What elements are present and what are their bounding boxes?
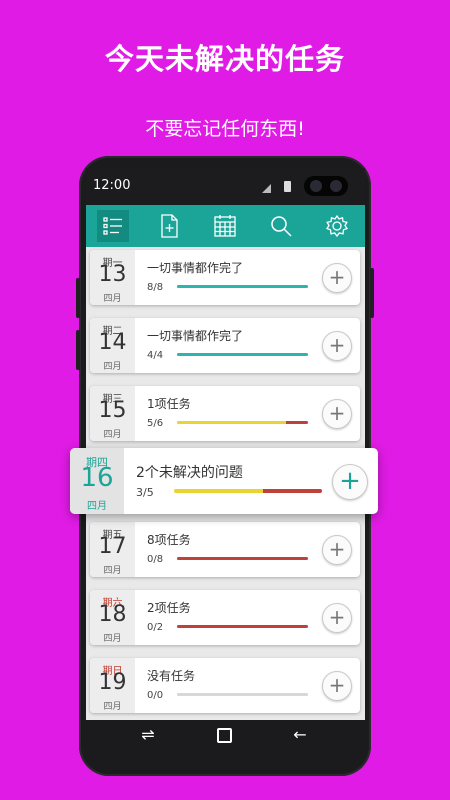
progress-bar [177, 557, 308, 560]
progress-bar [177, 353, 308, 356]
day-number: 13 [98, 262, 127, 287]
status-time: 12:00 [93, 178, 131, 193]
status-bar: 12:00 [86, 168, 365, 205]
recent-apps-icon[interactable]: ⇌ [138, 725, 158, 745]
task-count: 5/6 [147, 418, 164, 429]
month-label: 四月 [103, 702, 122, 712]
phone-side-button [370, 268, 374, 318]
task-count: 0/2 [147, 622, 164, 633]
subheadline: 不要忘记任何东西! [145, 118, 305, 140]
progress-bar [177, 421, 308, 424]
day-card[interactable]: 期一 13 四月 一切事情都作完了 8/8 + [90, 250, 360, 305]
month-label: 四月 [103, 566, 122, 576]
day-number: 19 [98, 670, 127, 695]
task-count: 0/0 [147, 690, 164, 701]
progress-fill [174, 489, 263, 493]
month-label: 四月 [103, 294, 122, 304]
date-column: 期一 13 四月 [90, 250, 135, 305]
add-task-button[interactable]: + [322, 671, 352, 701]
day-number: 14 [98, 330, 127, 355]
date-column: 期三 15 四月 [90, 386, 135, 441]
date-column: 期二 14 四月 [90, 318, 135, 373]
headline: 今天未解决的任务 [104, 42, 345, 76]
progress-bar [177, 285, 308, 288]
day-summary: 1项任务 [147, 397, 191, 411]
progress-bar [177, 693, 308, 696]
day-number: 16 [80, 463, 114, 493]
day-number: 17 [98, 534, 127, 559]
add-task-button[interactable]: + [332, 464, 368, 500]
day-card[interactable]: 期五 17 四月 8项任务 0/8 + [90, 522, 360, 577]
new-document-icon[interactable] [153, 210, 185, 242]
progress-remainder [262, 489, 322, 493]
progress-bar [177, 625, 308, 628]
phone-screen: 12:00 期一 13 四月 一切事情都作完了 8/8 + 期二 14 四月 一… [86, 168, 365, 720]
add-task-button[interactable]: + [322, 399, 352, 429]
date-column: 期六 18 四月 [90, 590, 135, 645]
day-summary: 一切事情都作完了 [147, 261, 244, 275]
month-label: 四月 [103, 430, 122, 440]
home-icon[interactable] [214, 725, 234, 745]
day-summary: 2项任务 [147, 601, 191, 615]
signal-icon [262, 184, 271, 193]
add-task-button[interactable]: + [322, 535, 352, 565]
task-list-icon[interactable] [97, 210, 129, 242]
day-card[interactable]: 期二 14 四月 一切事情都作完了 4/4 + [90, 318, 360, 373]
camera-cutout [304, 176, 348, 196]
date-column: 期五 17 四月 [90, 522, 135, 577]
day-card-highlighted[interactable]: 期四 16 四月 2个未解决的问题 3/5 + [70, 448, 378, 514]
date-column: 期四 16 四月 [70, 448, 124, 514]
day-number: 18 [98, 602, 127, 627]
day-number: 15 [98, 398, 127, 423]
task-count: 8/8 [147, 282, 164, 293]
day-summary: 2个未解决的问题 [136, 465, 243, 481]
back-icon[interactable]: ← [290, 725, 310, 745]
phone-side-button [76, 330, 80, 370]
day-card[interactable]: 期三 15 四月 1项任务 5/6 + [90, 386, 360, 441]
progress-fill [177, 285, 308, 288]
settings-gear-icon[interactable] [321, 210, 353, 242]
task-count: 0/8 [147, 554, 164, 565]
phone-side-button [76, 278, 80, 318]
month-label: 四月 [87, 501, 107, 512]
add-task-button[interactable]: + [322, 263, 352, 293]
task-count: 3/5 [136, 486, 154, 499]
search-icon[interactable] [265, 210, 297, 242]
battery-icon [284, 181, 291, 192]
progress-fill [177, 625, 308, 628]
calendar-icon[interactable] [209, 210, 241, 242]
task-count: 4/4 [147, 350, 164, 361]
system-nav-bar: ⇌ ← [86, 720, 365, 750]
day-summary: 8项任务 [147, 533, 191, 547]
progress-fill [177, 693, 308, 696]
add-task-button[interactable]: + [322, 331, 352, 361]
day-summary: 一切事情都作完了 [147, 329, 244, 343]
add-task-button[interactable]: + [322, 603, 352, 633]
progress-fill [177, 353, 308, 356]
day-card[interactable]: 期六 18 四月 2项任务 0/2 + [90, 590, 360, 645]
progress-remainder [285, 421, 308, 424]
month-label: 四月 [103, 362, 122, 372]
day-summary: 没有任务 [147, 669, 196, 683]
day-card[interactable]: 期日 19 四月 没有任务 0/0 + [90, 658, 360, 713]
month-label: 四月 [103, 634, 122, 644]
app-toolbar [86, 205, 365, 247]
date-column: 期日 19 四月 [90, 658, 135, 713]
progress-bar [174, 489, 322, 493]
progress-fill [177, 421, 286, 424]
progress-fill [177, 557, 308, 560]
